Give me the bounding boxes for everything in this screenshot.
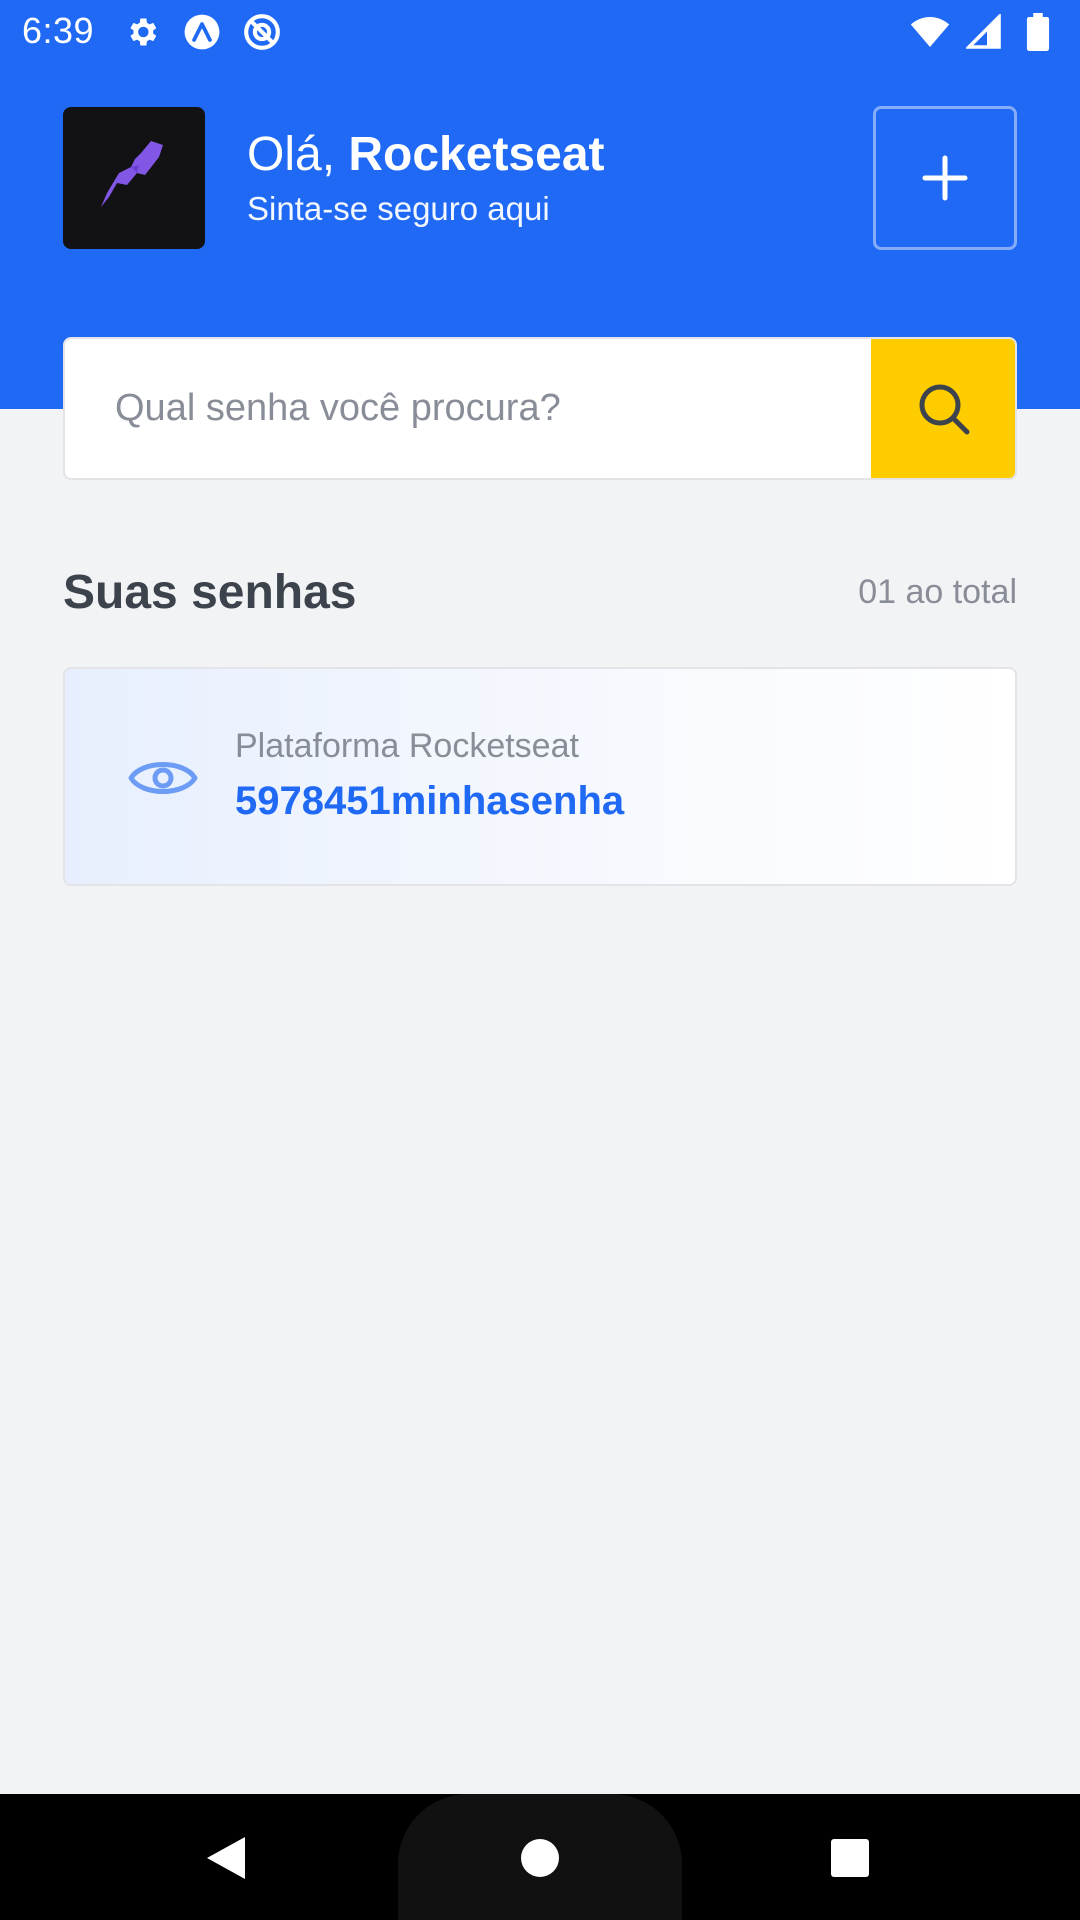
no-entry-icon xyxy=(242,12,282,52)
plus-icon xyxy=(922,155,968,201)
greeting: Olá, Rocketseat xyxy=(247,126,605,184)
search-icon xyxy=(919,384,970,434)
user-name: Rocketseat xyxy=(348,128,605,181)
add-password-button[interactable] xyxy=(873,106,1017,250)
greeting-prefix: Olá, xyxy=(247,128,336,181)
expo-icon xyxy=(182,12,222,52)
toggle-visibility-button[interactable] xyxy=(115,733,211,823)
home-button[interactable] xyxy=(510,1828,570,1888)
search-bar xyxy=(63,337,1017,480)
home-icon xyxy=(521,1839,559,1877)
battery-icon xyxy=(1018,12,1058,52)
search-input[interactable] xyxy=(65,339,871,478)
signal-icon xyxy=(964,12,1004,52)
navigation-bar xyxy=(0,1794,1080,1920)
status-time: 6:39 xyxy=(22,10,95,51)
header-subtitle: Sinta-se seguro aqui xyxy=(247,190,550,227)
password-value: 5978451minhasenha xyxy=(235,779,625,823)
wifi-icon xyxy=(910,12,950,52)
back-icon xyxy=(207,1837,245,1879)
service-name: Plataforma Rocketseat xyxy=(235,727,579,765)
recents-button[interactable] xyxy=(820,1828,880,1888)
eye-icon xyxy=(128,762,198,794)
recents-icon xyxy=(831,1839,869,1877)
status-bar: 6:39 xyxy=(0,0,1080,64)
gear-icon xyxy=(122,12,162,52)
back-button[interactable] xyxy=(196,1828,256,1888)
password-count: 01 ao total xyxy=(858,573,1017,611)
rocket-icon xyxy=(101,141,163,207)
avatar xyxy=(63,107,205,249)
section-title: Suas senhas xyxy=(63,566,357,619)
search-button[interactable] xyxy=(871,339,1015,478)
password-card[interactable]: Plataforma Rocketseat 5978451minhasenha xyxy=(63,667,1017,886)
